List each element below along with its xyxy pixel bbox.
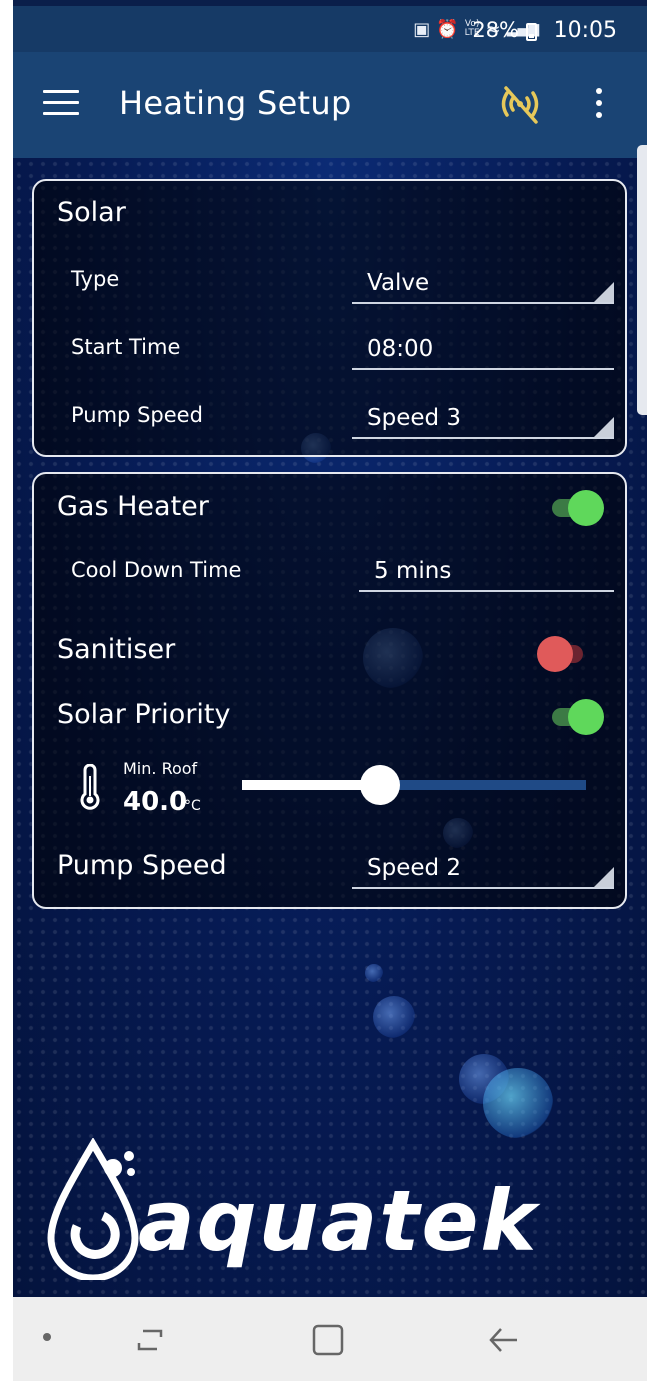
system-nav-bar — [13, 1297, 647, 1381]
min-roof-slider[interactable] — [242, 765, 586, 805]
type-value: Valve — [367, 270, 430, 296]
solar-panel: Solar Type Valve Start Time 08:00 Pump S… — [32, 179, 627, 457]
sanitiser-label: Sanitiser — [57, 634, 176, 665]
cool-down-value: 5 mins — [374, 558, 452, 584]
dropdown-arrow-icon — [594, 417, 614, 437]
slider-thumb[interactable] — [359, 765, 400, 805]
gas-pump-speed-value: Speed 2 — [367, 855, 462, 881]
aquatek-logo-drop-icon — [47, 1137, 139, 1282]
type-label: Type — [71, 267, 120, 291]
solar-priority-label: Solar Priority — [57, 699, 231, 730]
solar-pump-speed-dropdown[interactable]: Speed 3 — [352, 391, 614, 439]
gas-heater-title: Gas Heater — [57, 491, 209, 522]
solar-pump-speed-label: Pump Speed — [71, 403, 203, 427]
gas-pump-speed-dropdown[interactable]: Speed 2 — [352, 839, 614, 889]
start-time-label: Start Time — [71, 335, 181, 359]
back-icon[interactable] — [487, 1323, 521, 1361]
gas-pump-speed-label: Pump Speed — [57, 850, 227, 881]
more-options-icon[interactable] — [591, 88, 607, 124]
min-roof-unit: °C — [184, 798, 201, 814]
hamburger-menu-icon[interactable] — [43, 90, 79, 120]
gas-heater-toggle[interactable] — [550, 490, 606, 526]
home-icon[interactable] — [311, 1323, 345, 1361]
min-roof-label: Min. Roof — [123, 759, 198, 778]
type-dropdown[interactable]: Valve — [352, 256, 614, 304]
bubble-decoration — [483, 1068, 553, 1138]
solar-pump-speed-value: Speed 3 — [367, 405, 462, 431]
cool-down-label: Cool Down Time — [71, 558, 242, 582]
scrollbar[interactable] — [637, 145, 647, 415]
thermometer-icon — [78, 763, 102, 810]
solar-title: Solar — [57, 197, 126, 228]
bubble-decoration — [365, 964, 383, 982]
min-roof-value: 40.0 — [123, 787, 188, 817]
battery-percent: 28% — [472, 18, 519, 42]
start-time-value: 08:00 — [367, 336, 434, 362]
bubble-decoration — [373, 996, 415, 1038]
alarm-icon: ⏰ — [436, 18, 459, 40]
recent-apps-icon[interactable] — [133, 1323, 167, 1361]
sanitiser-toggle[interactable] — [537, 636, 593, 672]
nav-dot-icon[interactable] — [43, 1333, 51, 1341]
connection-lost-icon[interactable] — [496, 80, 544, 128]
dropdown-arrow-icon — [594, 867, 614, 887]
dropdown-arrow-icon — [594, 282, 614, 302]
status-clock: 10:05 — [553, 18, 617, 43]
app-bar: Heating Setup — [13, 52, 647, 158]
data-saver-icon: ▣ — [413, 18, 431, 40]
status-bar: ▣ ⏰ Vo) LTE ≈ ▂▄▆ 28% 10:05 — [13, 6, 647, 52]
aquatek-logo-text: aquatek — [138, 1172, 539, 1270]
gas-heater-panel: Gas Heater Cool Down Time 5 mins Sanitis… — [32, 472, 627, 909]
slider-fill — [242, 780, 380, 790]
phone-screen: ▣ ⏰ Vo) LTE ≈ ▂▄▆ 28% 10:05 Heating Setu… — [13, 0, 647, 1381]
page-title: Heating Setup — [119, 84, 352, 122]
start-time-field[interactable]: 08:00 — [352, 324, 614, 370]
cool-down-field[interactable]: 5 mins — [359, 546, 614, 592]
battery-icon — [526, 23, 537, 41]
solar-priority-toggle[interactable] — [550, 699, 606, 735]
